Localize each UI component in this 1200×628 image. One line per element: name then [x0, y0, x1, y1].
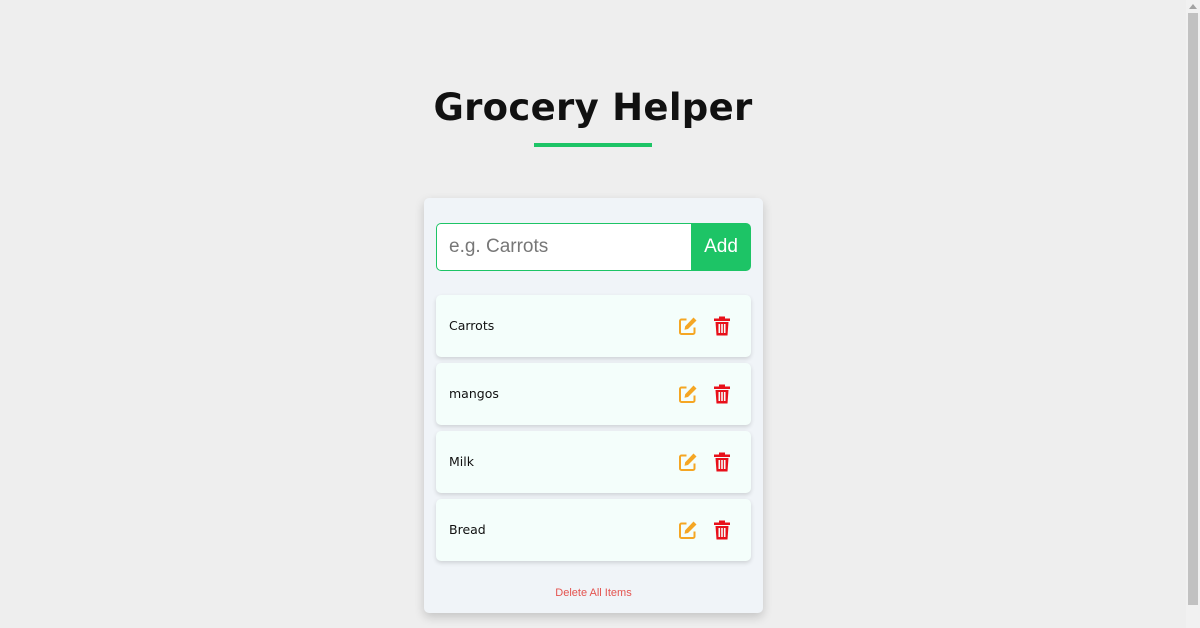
vertical-scrollbar[interactable]	[1186, 0, 1200, 628]
trash-icon[interactable]	[713, 452, 731, 472]
trash-icon[interactable]	[713, 316, 731, 336]
list-item: mangos	[436, 363, 751, 425]
grocery-card: Add Carrots	[424, 198, 763, 613]
scroll-up-arrow-icon[interactable]	[1189, 4, 1197, 9]
list-item: Milk	[436, 431, 751, 493]
grocery-list: Carrots mangos Milk Bread	[436, 295, 751, 567]
page-title: Grocery Helper	[433, 86, 753, 129]
trash-icon[interactable]	[713, 384, 731, 404]
edit-icon[interactable]	[678, 384, 698, 404]
trash-icon[interactable]	[713, 520, 731, 540]
add-button[interactable]: Add	[691, 223, 751, 271]
list-item: Carrots	[436, 295, 751, 357]
item-name: Bread	[449, 522, 486, 537]
item-input[interactable]	[436, 223, 691, 271]
item-name: Milk	[449, 454, 474, 469]
delete-all-button[interactable]: Delete All Items	[424, 587, 763, 599]
edit-icon[interactable]	[678, 316, 698, 336]
add-item-form: Add	[436, 223, 751, 271]
list-item: Bread	[436, 499, 751, 561]
item-name: mangos	[449, 386, 499, 401]
page: Grocery Helper Add Carrots	[0, 0, 1186, 628]
edit-icon[interactable]	[678, 520, 698, 540]
edit-icon[interactable]	[678, 452, 698, 472]
item-name: Carrots	[449, 318, 495, 333]
title-underline	[534, 143, 652, 147]
scrollbar-thumb[interactable]	[1188, 13, 1198, 605]
